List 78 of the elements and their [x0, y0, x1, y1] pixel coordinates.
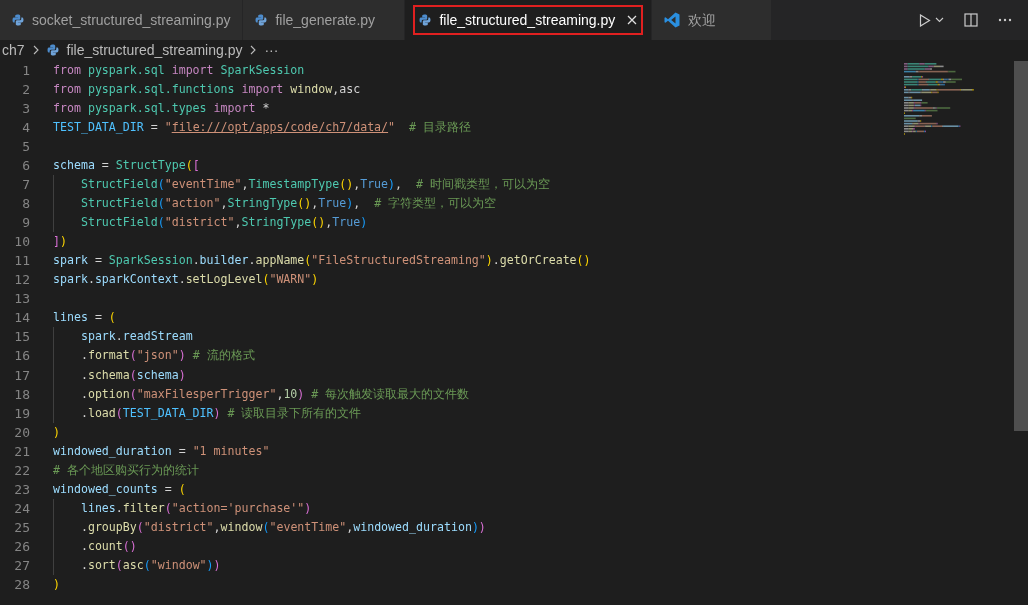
vscode-icon — [664, 12, 681, 28]
split-editor-icon[interactable] — [964, 13, 978, 27]
line-number: 3 — [21, 100, 30, 119]
code-line: StructField("eventTime",TimestampType(),True), # 时间戳类型，可以为空 — [79, 177, 550, 192]
more-icon[interactable] — [998, 18, 1012, 22]
line-number: 23 — [13, 480, 30, 499]
line-number: 16 — [13, 347, 30, 366]
line-number: 17 — [13, 366, 30, 385]
code-line: windowed_counts = ( — [53, 481, 186, 496]
code-line: .groupBy("district",window("eventTime",windowed_duration)) — [79, 519, 486, 534]
chevron-icon — [250, 45, 257, 55]
scrollbar-thumb[interactable] — [1014, 61, 1028, 431]
code-line: StructField("district",StringType(),True) — [79, 215, 368, 230]
line-number: 6 — [21, 157, 30, 176]
code-line: ]) — [53, 234, 67, 249]
chevron-icon — [32, 45, 39, 55]
line-number: 28 — [13, 575, 30, 594]
code-line: from pyspark.sql.types import * — [53, 101, 270, 116]
code-line: StructField("action",StringType(),True), # 字符类型，可以为空 — [79, 196, 497, 211]
run-icon[interactable] — [919, 13, 931, 27]
code-line: from pyspark.sql.functions import window,asc — [53, 82, 361, 97]
python-icon — [46, 44, 59, 56]
code-line: lines = ( — [53, 310, 116, 325]
python-icon — [255, 14, 268, 26]
code-line: .format("json") # 流的格式 — [79, 348, 255, 363]
breadcrumb-file[interactable]: file_structured_streaming.py — [66, 39, 243, 61]
line-number: 7 — [21, 176, 30, 195]
line-number: 27 — [13, 556, 30, 575]
caret-icon[interactable] — [935, 17, 944, 23]
line-number: 8 — [21, 195, 30, 214]
tab-label: socket_structured_streaming.py — [32, 10, 231, 30]
line-number: 19 — [13, 404, 30, 423]
code-line: schema = StructType([ — [53, 158, 200, 173]
line-number: 25 — [13, 518, 30, 537]
line-number: 10 — [13, 233, 30, 252]
line-number: 14 — [13, 309, 30, 328]
python-icon — [12, 14, 24, 26]
line-number: 2 — [21, 81, 30, 100]
line-number: 5 — [21, 138, 30, 157]
code-line: TEST_DATA_DIR = "file:///opt/apps/code/ch7/data/" # 目录路径 — [53, 120, 471, 135]
code-line: .option("maxFilesperTrigger",10) # 每次触发读取最大的文件数 — [79, 386, 470, 401]
line-number: 13 — [13, 290, 30, 309]
breadcrumb-folder[interactable]: ch7 — [2, 39, 25, 61]
code-line: spark.readStream — [79, 329, 193, 344]
line-number: 22 — [13, 461, 30, 480]
line-number: 11 — [13, 252, 30, 271]
code-line: ) — [53, 424, 60, 439]
code-line: spark = SparkSession.builder.appName("FileStructuredStreaming").getOrCreate() — [53, 253, 591, 268]
editor-tab[interactable]: file_structured_streaming.py — [405, 0, 653, 40]
editor-tab[interactable]: file_generate.py — [243, 0, 406, 40]
line-number: 9 — [21, 214, 30, 233]
line-number: 12 — [13, 271, 30, 290]
code-line: from pyspark.sql import SparkSession — [53, 63, 305, 77]
tab-label: file_structured_streaming.py — [439, 10, 616, 30]
line-number: 4 — [21, 119, 30, 138]
line-number: 20 — [13, 423, 30, 442]
code-line: .count() — [79, 538, 137, 553]
code-line: windowed_duration = "1 minutes" — [53, 443, 270, 458]
breadcrumb-more[interactable]: ··· — [264, 39, 279, 61]
line-number: 18 — [13, 385, 30, 404]
code-line: spark.sparkContext.setLogLevel("WARN") — [53, 272, 319, 287]
line-number: 21 — [13, 442, 30, 461]
code-line: .load(TEST_DATA_DIR) # 读取目录下所有的文件 — [79, 405, 362, 420]
code-line: lines.filter("action='purchase'") — [79, 500, 312, 515]
line-number: 1 — [21, 62, 30, 80]
editor-tab[interactable]: 欢迎 — [652, 0, 773, 40]
code-line: .sort(asc("window")) — [79, 557, 221, 572]
editor-tab[interactable]: socket_structured_streaming.py — [0, 0, 244, 40]
close-icon[interactable] — [627, 15, 638, 25]
code-line: .schema(schema) — [79, 367, 186, 382]
code-line: ) — [53, 576, 60, 591]
line-number: 26 — [13, 537, 30, 556]
tab-label: file_generate.py — [275, 10, 376, 30]
line-number: 15 — [13, 328, 30, 347]
python-icon — [419, 14, 432, 26]
code-line: # 各个地区购买行为的统计 — [53, 462, 199, 477]
line-number: 24 — [13, 499, 30, 518]
tab-label: 欢迎 — [688, 10, 717, 30]
